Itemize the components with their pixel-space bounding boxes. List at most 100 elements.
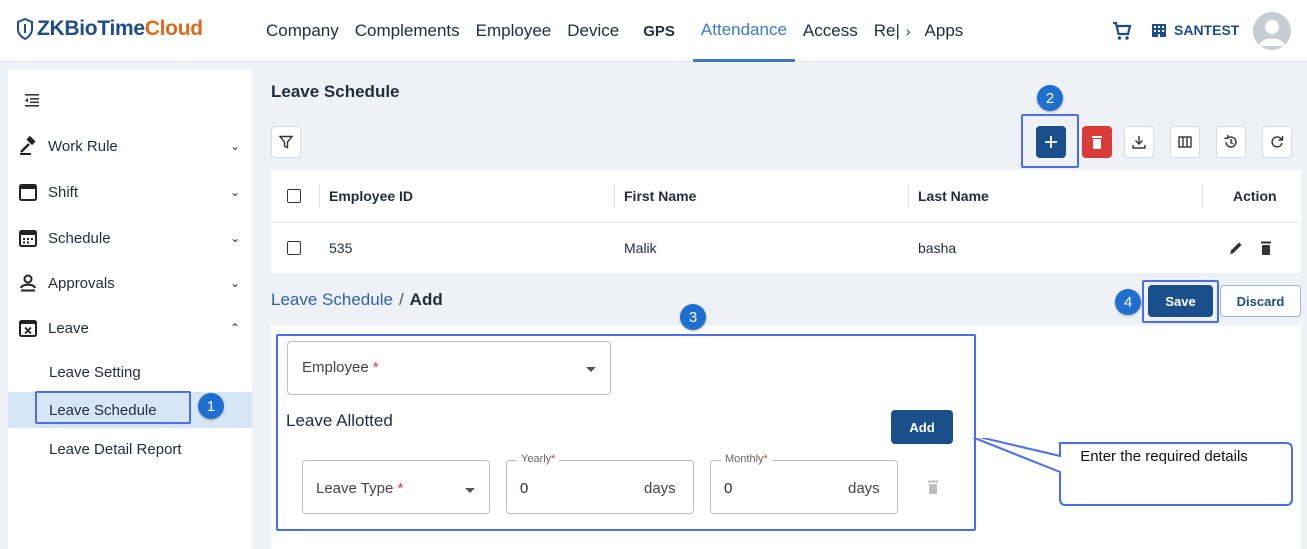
trash-icon [1092,136,1102,149]
columns-button[interactable] [1170,126,1200,158]
sidebar-item-label: Approvals [48,274,115,292]
column-header-action: Action [1233,188,1277,204]
nav-more-chevron-icon[interactable]: › [900,0,917,62]
breadcrumb-current: Add [409,290,443,309]
shield-logo-icon [17,18,33,40]
column-divider [1202,184,1203,208]
history-button[interactable] [1216,126,1246,158]
employee-label-text: Employee [302,359,369,376]
add-button[interactable] [1036,126,1066,158]
sidebar-item-label: Shift [48,183,79,201]
discard-button[interactable]: Discard [1220,285,1301,317]
breadcrumb: Leave Schedule / Add [271,290,443,310]
breadcrumb-parent-link[interactable]: Leave Schedule [271,290,393,309]
filter-icon [279,135,293,149]
add-leave-row-button[interactable]: Add [891,410,953,444]
nav-access[interactable]: Access [795,0,866,62]
tenant-switcher[interactable]: SANTEST [1150,21,1239,39]
calendar-x-icon [18,318,38,338]
delete-row-button[interactable] [1260,222,1272,273]
top-navbar: ZKBioTime Cloud Company Complements Emplo… [0,0,1307,62]
cell-employee-id: 535 [329,239,353,256]
row-checkbox[interactable] [287,222,301,273]
delete-button[interactable] [1082,126,1112,158]
gavel-icon [18,136,38,156]
calendar-grid-icon [18,228,38,248]
nav-apps[interactable]: Apps [917,0,972,62]
main-nav: Company Complements Employee Device GPS … [258,0,971,62]
sidebar-item-shift[interactable]: Shift ⌄ [8,170,252,214]
yearly-unit: days [644,480,676,497]
leave-type-label: Leave Type * [316,480,403,497]
nav-device[interactable]: Device [559,0,627,62]
monthly-input[interactable]: Monthly* 0 days [710,453,898,514]
chevron-down-icon [586,367,596,372]
sidebar: Work Rule ⌄ Shift ⌄ Schedule ⌄ Approvals… [8,70,252,549]
required-mark: * [397,480,404,497]
column-header-employee-id[interactable]: Employee ID [329,170,413,222]
row-divider [271,222,1301,223]
export-button[interactable] [1124,126,1154,158]
trash-icon [1261,241,1271,255]
nav-reports[interactable]: Re| [866,0,900,62]
yearly-label-text: Yearly [521,453,552,465]
avatar[interactable] [1253,12,1291,50]
delete-leave-row-icon[interactable] [927,479,939,495]
plus-icon [1045,136,1057,148]
cell-first-name: Malik [624,239,657,256]
employee-select[interactable]: Employee * [287,341,611,395]
nav-company[interactable]: Company [258,0,347,62]
step-1-highlight [35,391,191,424]
column-header-last-name[interactable]: Last Name [918,170,989,222]
refresh-button[interactable] [1262,126,1292,158]
leave-schedule-table: Employee ID First Name Last Name Action … [271,170,1301,273]
save-button[interactable]: Save [1148,285,1213,317]
monthly-label: Monthly* [721,453,772,465]
edit-row-button[interactable] [1228,222,1244,273]
nav-gps[interactable]: GPS [635,0,683,62]
page-title: Leave Schedule [271,82,400,101]
leave-type-select[interactable]: Leave Type * [302,460,490,514]
logo-text: ZKBioTime [37,17,145,40]
monthly-unit: days [848,480,880,497]
nav-employee[interactable]: Employee [468,0,560,62]
step-1-badge: 1 [198,393,224,419]
app-logo[interactable]: ZKBioTime Cloud [16,17,203,41]
monthly-label-text: Monthly [725,453,764,465]
sidebar-subitem-leave-setting[interactable]: Leave Setting [8,354,252,390]
chevron-down-icon: ⌄ [229,231,240,245]
sidebar-item-label: Leave [48,319,89,337]
chevron-down-icon: ⌄ [229,139,240,153]
sidebar-item-work-rule[interactable]: Work Rule ⌄ [8,124,252,168]
user-check-icon [18,273,38,293]
required-mark: * [551,453,556,465]
sidebar-item-leave[interactable]: Leave ⌃ [8,306,252,350]
nav-complements[interactable]: Complements [347,0,468,62]
column-header-first-name[interactable]: First Name [624,170,696,222]
sidebar-subitem-leave-detail-report[interactable]: Leave Detail Report [8,431,252,467]
required-mark: * [763,453,768,465]
download-icon [1132,136,1146,149]
collapse-sidebar-icon[interactable] [24,92,40,108]
yearly-value: 0 [520,480,529,497]
chevron-down-icon: ⌄ [229,276,240,290]
calendar-icon [18,182,38,202]
sidebar-item-approvals[interactable]: Approvals ⌄ [8,261,252,305]
monthly-value: 0 [724,480,733,497]
select-all-checkbox[interactable] [287,170,301,222]
chevron-down-icon [465,488,475,493]
chevron-up-icon: ⌃ [229,321,240,335]
column-divider [908,184,909,208]
filter-button[interactable] [271,126,301,158]
sidebar-item-schedule[interactable]: Schedule ⌄ [8,216,252,260]
breadcrumb-separator: / [398,290,404,309]
user-avatar-icon [1259,20,1285,46]
step-3-badge: 3 [680,304,706,330]
callout-text: Enter the required details [1080,448,1248,465]
yearly-input[interactable]: Yearly* 0 days [506,453,694,514]
cart-icon[interactable] [1111,20,1133,42]
refresh-icon [1271,136,1284,148]
nav-attendance[interactable]: Attendance [692,0,795,62]
column-divider [319,184,320,208]
step-2-badge: 2 [1037,85,1063,111]
